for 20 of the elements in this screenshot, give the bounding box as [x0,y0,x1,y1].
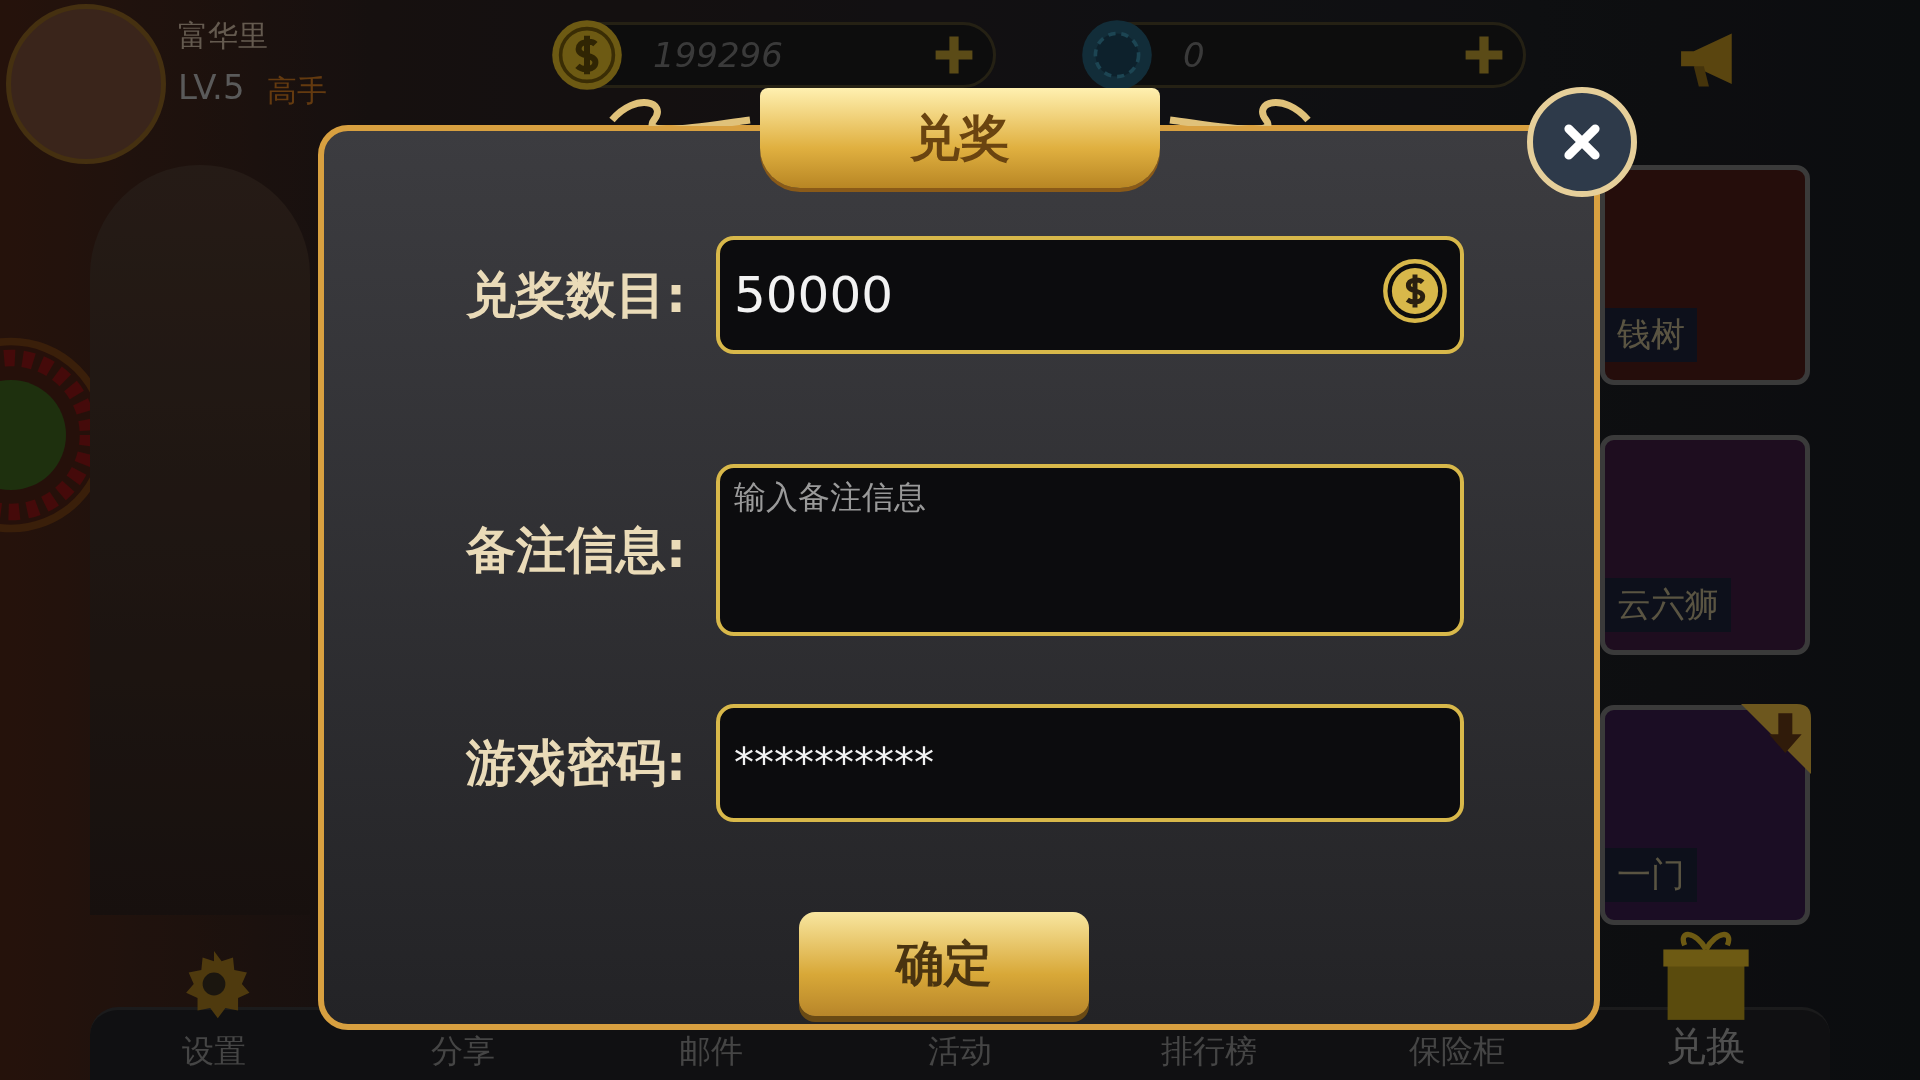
player-level: LV.5 [178,67,245,109]
player-name: 富华里 [178,17,269,55]
coin-icon [1382,258,1448,324]
chip-icon [1081,19,1153,91]
game-card[interactable]: 一门 [1600,705,1810,925]
field-label: 兑奖数目: [465,264,686,326]
password-field[interactable]: ********** [716,704,1464,822]
coin-icon [551,19,623,91]
note-field[interactable]: 输入备注信息 [716,464,1464,636]
field-label: 备注信息: [465,519,686,581]
game-title: 钱树 [1605,308,1697,362]
game-card[interactable]: 云六狮 [1600,435,1810,655]
game-title: 一门 [1605,848,1697,902]
player-rank: 高手 [266,72,327,110]
nav-label[interactable]: 兑换 [1665,1019,1746,1080]
field-label: 游戏密码: [464,732,686,794]
download-icon[interactable] [1741,704,1811,774]
amount-field[interactable]: 50000 [716,236,1464,354]
game-card[interactable]: 钱树 [1600,165,1810,385]
game-title: 云六狮 [1605,578,1731,632]
